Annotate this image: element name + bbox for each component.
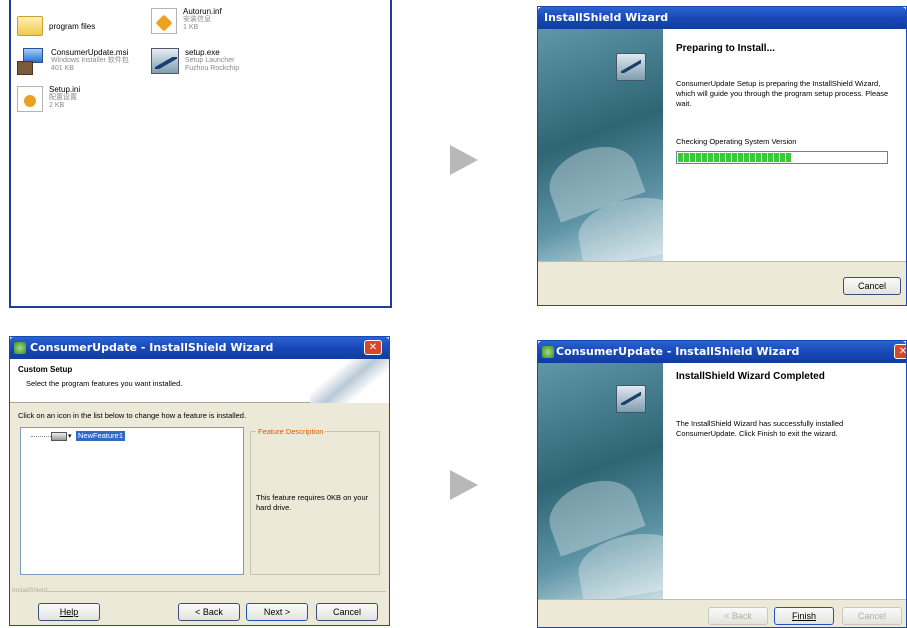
completed-dialog: ConsumerUpdate - InstallShield Wizard ✕ … (537, 340, 907, 628)
close-icon[interactable]: ✕ (364, 340, 382, 355)
finish-button[interactable]: Finish (774, 607, 834, 625)
close-icon[interactable]: ✕ (894, 344, 906, 359)
msi-package-icon (17, 48, 45, 76)
window-title-text: ConsumerUpdate - InstallShield Wizard (556, 345, 800, 358)
installshield-logo-icon (616, 53, 646, 81)
app-icon (14, 342, 26, 354)
file-item-setup-exe[interactable]: setup.exe Setup Launcher Fuzhou Rockchip (151, 46, 281, 80)
file-type: Windows Installer 软件包 (51, 57, 129, 64)
divider (46, 591, 386, 592)
file-size: 2 KB (49, 102, 65, 109)
file-item-program-files[interactable]: program files (17, 14, 137, 44)
file-publisher: Fuzhou Rockchip (185, 65, 240, 72)
custom-setup-dialog: ConsumerUpdate - InstallShield Wizard ✕ … (9, 336, 390, 626)
chevron-down-icon[interactable]: ▾ (68, 432, 72, 440)
cancel-button[interactable]: Cancel (842, 607, 902, 625)
setup-info-icon (151, 8, 177, 34)
next-button[interactable]: Next > (246, 603, 308, 621)
file-item-msi[interactable]: ConsumerUpdate.msi Windows Installer 软件包… (17, 46, 147, 80)
file-type: 安装信息 (183, 16, 211, 23)
dialog-body: ConsumerUpdate Setup is preparing the In… (676, 79, 889, 108)
installshield-logo-icon (616, 385, 646, 413)
file-item-autorun[interactable]: Autorun.inf 安装信息 1 KB (151, 6, 281, 38)
window-title: InstallShield Wizard (538, 7, 906, 29)
app-icon (542, 346, 554, 358)
cancel-button[interactable]: Cancel (316, 603, 378, 621)
feature-description-text: This feature requires 0KB on your hard d… (256, 493, 369, 512)
help-button[interactable]: Help (38, 603, 100, 621)
file-name: setup.exe (185, 48, 220, 57)
feature-item[interactable]: NewFeature1 (76, 431, 126, 441)
file-name: ConsumerUpdate.msi (51, 48, 129, 57)
window-title: ConsumerUpdate - InstallShield Wizard (10, 337, 389, 359)
file-item-setup-ini[interactable]: Setup.ini 配置设置 2 KB (17, 84, 147, 118)
brand-label: InstallShield (12, 587, 48, 594)
feature-description-label: Feature Description (256, 427, 326, 436)
file-name: Autorun.inf (183, 7, 222, 16)
status-text: Checking Operating System Version (676, 137, 797, 146)
window-title-text: ConsumerUpdate - InstallShield Wizard (30, 341, 274, 354)
dialog-heading: Preparing to Install... (676, 43, 775, 54)
file-name: program files (49, 22, 96, 31)
window-title: ConsumerUpdate - InstallShield Wizard (538, 341, 906, 363)
next-step-arrow-icon (450, 470, 478, 500)
settings-file-icon (17, 86, 43, 112)
preparing-dialog: InstallShield Wizard Preparing to Instal… (537, 6, 907, 306)
progress-fill (678, 153, 793, 162)
dialog-heading: InstallShield Wizard Completed (676, 371, 825, 382)
file-name: Setup.ini (49, 85, 81, 94)
file-size: 1 KB (183, 24, 199, 31)
drive-icon[interactable] (51, 432, 67, 441)
setup-launcher-icon (151, 48, 179, 74)
header-graphic (310, 359, 389, 403)
dialog-subheading: Select the program features you want ins… (26, 379, 183, 388)
progress-bar (676, 151, 888, 164)
feature-tree[interactable]: ▾ NewFeature1 (20, 427, 244, 575)
folder-icon (17, 16, 43, 36)
file-type: Setup Launcher (185, 57, 235, 64)
instruction-text: Click on an icon in the list below to ch… (18, 411, 247, 420)
dialog-heading: Custom Setup (18, 365, 73, 374)
cancel-button[interactable]: Cancel (843, 277, 901, 295)
file-type: 配置设置 (49, 94, 77, 101)
back-button[interactable]: < Back (708, 607, 768, 625)
file-size: 401 KB (51, 65, 74, 72)
back-button[interactable]: < Back (178, 603, 240, 621)
dialog-body: The InstallShield Wizard has successfull… (676, 419, 844, 438)
next-step-arrow-icon (450, 145, 478, 175)
explorer-window: program files Autorun.inf 安装信息 1 KB Cons… (9, 0, 392, 308)
